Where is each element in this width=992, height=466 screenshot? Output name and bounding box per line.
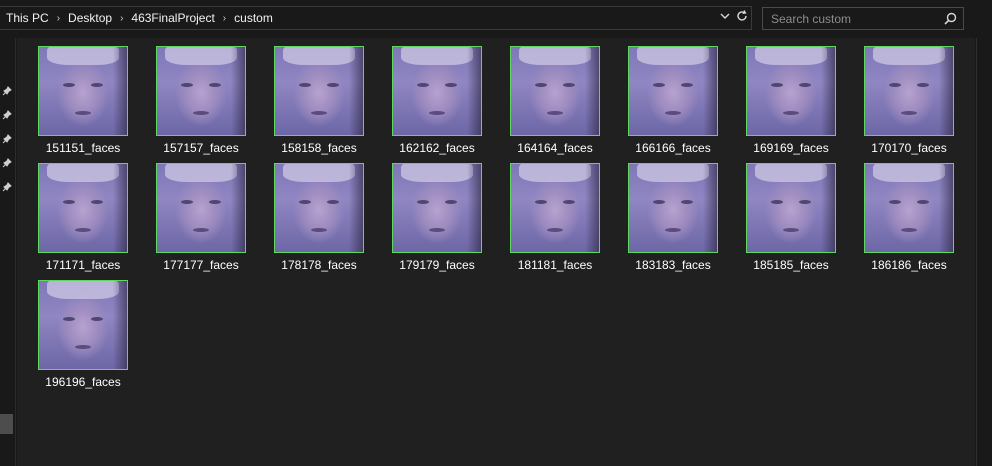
chevron-down-icon[interactable]: [719, 9, 731, 27]
image-thumbnail: [864, 163, 954, 253]
breadcrumb-custom[interactable]: custom: [232, 11, 275, 25]
file-name: 170170_faces: [871, 141, 947, 155]
file-name: 166166_faces: [635, 141, 711, 155]
file-name: 179179_faces: [399, 258, 475, 272]
image-thumbnail: [274, 163, 364, 253]
file-name: 177177_faces: [163, 258, 239, 272]
file-item[interactable]: 183183_faces: [628, 163, 724, 280]
file-item[interactable]: 170170_faces: [864, 46, 960, 163]
file-name: 158158_faces: [281, 141, 357, 155]
file-name: 196196_faces: [45, 375, 121, 389]
file-item[interactable]: 166166_faces: [628, 46, 724, 163]
image-thumbnail: [274, 46, 364, 136]
breadcrumb-desktop[interactable]: Desktop: [66, 11, 114, 25]
image-thumbnail: [38, 280, 128, 370]
breadcrumb: This PC › Desktop › 463FinalProject › cu…: [4, 7, 275, 29]
file-name: 151151_faces: [45, 141, 121, 155]
address-bar[interactable]: This PC › Desktop › 463FinalProject › cu…: [0, 6, 752, 30]
image-thumbnail: [38, 46, 128, 136]
file-item[interactable]: 171171_faces: [38, 163, 134, 280]
file-name: 178178_faces: [281, 258, 357, 272]
file-item[interactable]: 169169_faces: [746, 46, 842, 163]
navigation-pane: [0, 38, 16, 466]
pin-icon[interactable]: [2, 179, 12, 192]
image-thumbnail: [628, 163, 718, 253]
file-grid: 151151_faces 157157_faces 158158_faces 1…: [38, 46, 982, 397]
search-placeholder: Search custom: [771, 12, 852, 26]
file-name: 164164_faces: [517, 141, 593, 155]
file-item[interactable]: 157157_faces: [156, 46, 252, 163]
breadcrumb-this-pc[interactable]: This PC: [4, 11, 51, 25]
vertical-scrollbar[interactable]: [976, 38, 992, 466]
file-item[interactable]: 164164_faces: [510, 46, 606, 163]
file-item[interactable]: 196196_faces: [38, 280, 134, 397]
file-view: 151151_faces 157157_faces 158158_faces 1…: [17, 38, 975, 466]
pin-icon[interactable]: [2, 107, 12, 120]
file-name: 162162_faces: [399, 141, 475, 155]
pin-icon[interactable]: [2, 83, 12, 96]
image-thumbnail: [746, 46, 836, 136]
breadcrumb-separator-icon[interactable]: ›: [114, 13, 129, 24]
refresh-icon[interactable]: [735, 9, 749, 28]
breadcrumb-463finalproject[interactable]: 463FinalProject: [129, 11, 216, 25]
file-name: 157157_faces: [163, 141, 239, 155]
file-item[interactable]: 186186_faces: [864, 163, 960, 280]
file-name: 186186_faces: [871, 258, 947, 272]
image-thumbnail: [510, 46, 600, 136]
file-name: 181181_faces: [517, 258, 593, 272]
pin-icon[interactable]: [2, 131, 12, 144]
image-thumbnail: [38, 163, 128, 253]
file-item[interactable]: 158158_faces: [274, 46, 370, 163]
image-thumbnail: [156, 163, 246, 253]
file-item[interactable]: 181181_faces: [510, 163, 606, 280]
search-input[interactable]: Search custom: [762, 7, 964, 30]
file-name: 183183_faces: [635, 258, 711, 272]
image-thumbnail: [628, 46, 718, 136]
file-name: 169169_faces: [753, 141, 829, 155]
file-item[interactable]: 178178_faces: [274, 163, 370, 280]
image-thumbnail: [392, 163, 482, 253]
nav-scrollbar-thumb[interactable]: [0, 414, 13, 434]
search-icon[interactable]: [944, 12, 957, 30]
image-thumbnail: [864, 46, 954, 136]
breadcrumb-separator-icon[interactable]: ›: [217, 13, 232, 24]
file-item[interactable]: 179179_faces: [392, 163, 488, 280]
file-item[interactable]: 162162_faces: [392, 46, 488, 163]
file-name: 171171_faces: [45, 258, 121, 272]
image-thumbnail: [392, 46, 482, 136]
image-thumbnail: [510, 163, 600, 253]
image-thumbnail: [156, 46, 246, 136]
file-item[interactable]: 177177_faces: [156, 163, 252, 280]
file-item[interactable]: 151151_faces: [38, 46, 134, 163]
file-name: 185185_faces: [753, 258, 829, 272]
pin-icon[interactable]: [2, 155, 12, 168]
image-thumbnail: [746, 163, 836, 253]
file-item[interactable]: 185185_faces: [746, 163, 842, 280]
breadcrumb-separator-icon[interactable]: ›: [51, 13, 66, 24]
